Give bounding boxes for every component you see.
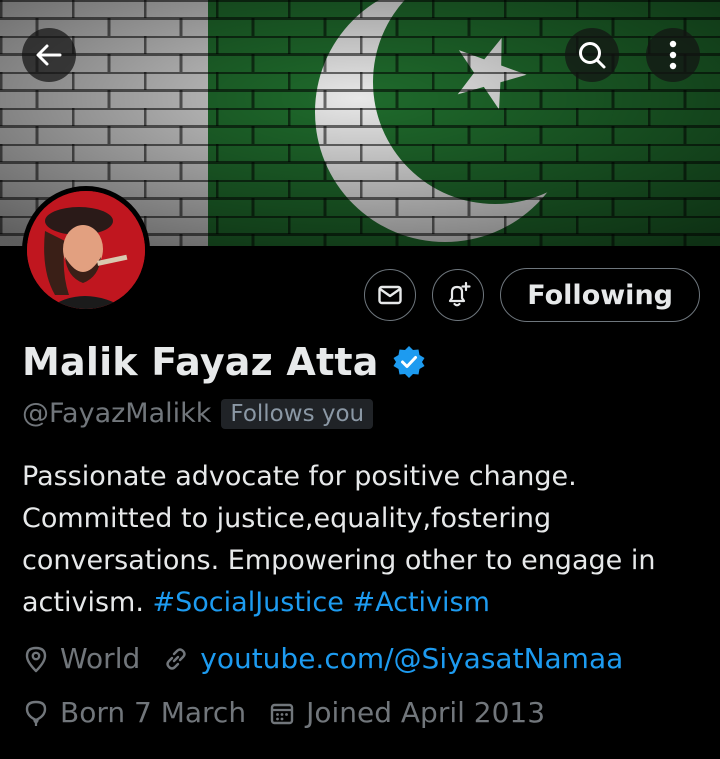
more-vertical-icon [669, 40, 677, 70]
username-handle: @FayazMalikk [22, 398, 212, 429]
more-options-button[interactable] [646, 28, 700, 82]
arrow-left-icon [36, 44, 62, 66]
birthday-text: Born 7 March [60, 696, 247, 729]
hashtag-link[interactable]: #SocialJustice [153, 587, 344, 618]
following-button[interactable]: Following [500, 268, 700, 322]
notifications-button[interactable] [432, 269, 485, 321]
profile-name-row: Malik Fayaz Atta [22, 340, 427, 384]
back-button[interactable] [22, 28, 76, 82]
joined-date-text: Joined April 2013 [306, 696, 546, 729]
follows-you-badge: Follows you [221, 398, 374, 429]
bell-plus-icon [449, 281, 471, 307]
search-button[interactable] [565, 28, 619, 82]
profile-meta-dates: Born 7 March Joined April 2013 [22, 696, 545, 729]
location-text: World [60, 642, 141, 675]
display-name: Malik Fayaz Atta [22, 340, 379, 384]
mail-icon [378, 285, 402, 305]
hashtag-link[interactable]: #Activism [352, 587, 489, 618]
website-link[interactable]: youtube.com/@SiyasatNamaa [200, 642, 623, 675]
avatar-image [27, 191, 145, 309]
calendar-icon [268, 699, 296, 727]
message-button[interactable] [364, 269, 417, 321]
avatar[interactable] [22, 186, 150, 314]
profile-bio: Passionate advocate for positive change.… [22, 456, 712, 624]
location-pin-icon [22, 644, 50, 674]
handle-row: @FayazMalikk Follows you [22, 398, 374, 429]
profile-actions: Following [364, 268, 700, 322]
link-icon [162, 645, 190, 673]
profile-meta-location-link: World youtube.com/@SiyasatNamaa [22, 642, 623, 675]
balloon-icon [22, 698, 50, 728]
search-icon [579, 42, 606, 69]
verified-badge-icon[interactable] [391, 344, 427, 380]
